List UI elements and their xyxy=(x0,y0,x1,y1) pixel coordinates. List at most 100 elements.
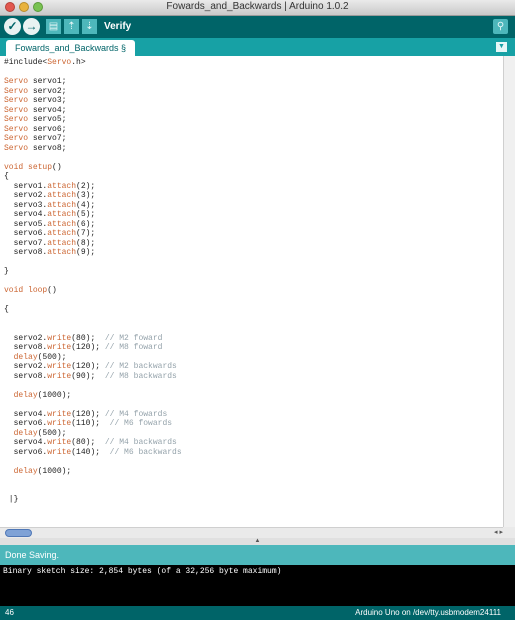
code-token: servo6. xyxy=(4,447,48,457)
code-token: servo4. xyxy=(4,210,48,219)
code-keyword: Servo xyxy=(4,77,29,86)
code-token: } xyxy=(4,267,9,276)
code-keyword: Servo xyxy=(4,134,29,143)
code-line: servo8.attach(9); xyxy=(4,248,503,258)
code-keyword: setup xyxy=(28,162,53,172)
code-line: Servo servo1; xyxy=(4,77,503,87)
code-keyword: write xyxy=(47,343,72,352)
code-line: void setup() xyxy=(4,163,503,173)
serial-monitor-button[interactable]: ⚲ xyxy=(493,19,508,34)
code-token: #include< xyxy=(4,58,48,67)
upload-button[interactable]: → xyxy=(23,18,40,35)
upload-icon: → xyxy=(25,19,38,33)
code-token: (90); xyxy=(71,371,105,381)
triangle-down-icon: ▼ xyxy=(498,43,505,50)
code-comment: // M4 backwards xyxy=(104,438,177,447)
code-token: servo3; xyxy=(28,96,67,105)
code-text[interactable]: #include<Servo.h> Servo servo1; Servo serv… xyxy=(0,56,503,505)
code-keyword: attach xyxy=(47,219,77,229)
open-button[interactable]: ⇡ xyxy=(64,19,79,34)
code-keyword: Servo xyxy=(4,124,29,134)
code-keyword: attach xyxy=(47,248,77,257)
scroll-arrows-icon[interactable]: ◂ ▸ xyxy=(494,528,503,538)
code-line: servo7.attach(8); xyxy=(4,239,503,249)
code-line: servo3.attach(4); xyxy=(4,201,503,211)
code-token: servo2. xyxy=(4,362,48,371)
code-line: servo2.attach(3); xyxy=(4,191,503,201)
code-line: |} xyxy=(4,495,503,505)
code-token: servo7. xyxy=(4,238,48,248)
code-keyword: write xyxy=(47,419,72,428)
code-token: (9); xyxy=(76,248,96,257)
tab-sketch[interactable]: Fowards_and_Backwards § xyxy=(6,40,136,56)
verify-icon: ✓ xyxy=(7,19,18,33)
code-keyword: write xyxy=(47,447,72,457)
code-token: servo6. xyxy=(4,419,48,428)
vertical-scrollbar[interactable] xyxy=(503,56,515,527)
code-keyword: Servo xyxy=(4,105,29,115)
code-keyword: write xyxy=(47,371,72,381)
code-keyword: attach xyxy=(47,191,77,200)
code-line: delay(500); xyxy=(4,429,503,439)
line-number: 46 xyxy=(5,608,14,617)
code-token: servo8. xyxy=(4,248,48,257)
status-bar: Done Saving. xyxy=(0,545,515,565)
code-line: delay(500); xyxy=(4,353,503,363)
magnifier-icon: ⚲ xyxy=(496,21,505,32)
split-divider[interactable]: ▲ xyxy=(0,538,515,545)
status-message: Done Saving. xyxy=(5,550,60,560)
code-line: servo4.write(80); // M4 backwards xyxy=(4,438,503,448)
code-keyword: attach xyxy=(47,181,77,191)
console-text: Binary sketch size: 2,854 bytes (of a 32… xyxy=(3,567,282,576)
code-line: servo5.attach(6); xyxy=(4,220,503,230)
window-titlebar: Fowards_and_Backwards | Arduino 1.0.2 xyxy=(0,0,515,16)
code-line: servo1.attach(2); xyxy=(4,182,503,192)
console-output: Binary sketch size: 2,854 bytes (of a 32… xyxy=(0,565,515,606)
code-keyword: Servo xyxy=(4,86,29,96)
horizontal-scroll-thumb[interactable] xyxy=(5,529,32,537)
code-keyword: delay xyxy=(13,466,38,476)
code-token: servo4; xyxy=(28,105,67,115)
save-button[interactable]: ⇣ xyxy=(82,19,97,34)
code-token: servo8. xyxy=(4,371,48,381)
code-token: (4); xyxy=(76,200,96,210)
code-token: servo8; xyxy=(28,143,67,153)
code-comment: // M6 fowards xyxy=(109,419,173,428)
code-token: (80); xyxy=(71,438,105,447)
code-keyword: attach xyxy=(47,238,77,248)
code-keyword: write xyxy=(47,409,72,419)
code-line: servo4.write(120); // M4 fowards xyxy=(4,410,503,420)
code-token: (5); xyxy=(76,210,96,219)
code-line: servo4.attach(5); xyxy=(4,210,503,220)
toolbar-hint-label: Verify xyxy=(104,21,132,32)
code-line: servo6.write(140); // M6 backwards xyxy=(4,448,503,458)
code-line: { xyxy=(4,305,503,315)
tab-menu-button[interactable]: ▼ xyxy=(496,42,507,52)
board-port-label: Arduino Uno on /dev/tty.usbmodem24111 xyxy=(355,608,501,617)
toolbar: ✓ → ▤ ⇡ ⇣ Verify ⚲ xyxy=(0,16,515,38)
code-comment: // M8 backwards xyxy=(104,371,177,381)
code-token: servo7; xyxy=(28,134,67,143)
new-button[interactable]: ▤ xyxy=(46,19,61,34)
code-keyword: Servo xyxy=(4,115,29,124)
code-comment: // M6 backwards xyxy=(109,447,182,457)
code-line: Servo servo6; xyxy=(4,125,503,135)
code-token: (120); xyxy=(71,343,105,352)
code-token: servo2; xyxy=(28,86,67,96)
code-token: (6); xyxy=(76,219,96,229)
horizontal-scrollbar[interactable]: ◂ ▸ xyxy=(0,527,503,538)
code-token: servo4. xyxy=(4,438,48,447)
footer-bar: 46 Arduino Uno on /dev/tty.usbmodem24111 xyxy=(0,606,515,620)
code-comment: // M2 foward xyxy=(104,333,163,343)
verify-button[interactable]: ✓ xyxy=(4,18,21,35)
code-editor[interactable]: #include<Servo.h> Servo servo1; Servo serv… xyxy=(0,56,503,527)
